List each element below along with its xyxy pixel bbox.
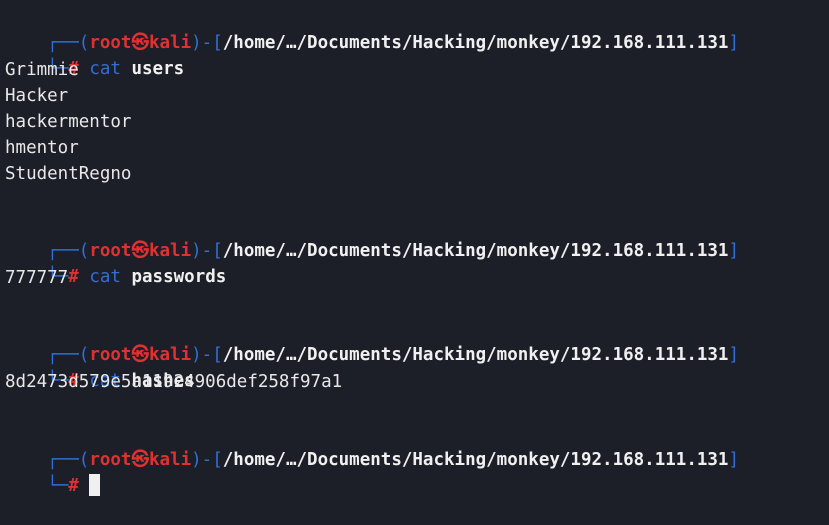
prompt-rparen: ) <box>191 450 202 470</box>
kali-skull-icon: ㉿ <box>131 450 149 470</box>
command-argument: passwords <box>131 267 227 287</box>
prompt-path: /home/…/Documents/Hacking/monkey/192.168… <box>222 450 729 470</box>
command-name: cat <box>89 267 121 287</box>
prompt-header: ┌──(root㉿kali)-[/home/…/Documents/Hackin… <box>5 4 739 53</box>
command-name: cat <box>89 59 121 79</box>
prompt-hash: # <box>68 267 79 287</box>
output-line: 8d2473d579e5a11924906def258f97a1 <box>5 372 343 392</box>
output-line: StudentRegno <box>5 164 132 184</box>
prompt-bracket-open: -[ <box>201 450 223 470</box>
prompt-bracket-close: ] <box>728 33 740 53</box>
prompt-bracket-open: -[ <box>201 345 223 365</box>
prompt-header: ┌──(root㉿kali)-[/home/…/Documents/Hackin… <box>5 316 739 365</box>
output-line: Hacker <box>5 86 69 106</box>
text-cursor[interactable] <box>89 474 101 496</box>
prompt-host: kali <box>148 450 192 470</box>
prompt-path: /home/…/Documents/Hacking/monkey/192.168… <box>222 345 729 365</box>
command-line: └─# cat passwords <box>5 238 226 287</box>
output-line: 777777 <box>5 268 69 288</box>
output-line: hmentor <box>5 138 79 158</box>
active-command-line[interactable]: └─# <box>5 447 101 496</box>
prompt-path: /home/…/Documents/Hacking/monkey/192.168… <box>222 33 729 53</box>
terminal-window[interactable]: ┌──(root㉿kali)-[/home/…/Documents/Hackin… <box>0 0 829 496</box>
prompt-bracket-close: ] <box>728 345 740 365</box>
prompt-bracket-open: -[ <box>201 33 223 53</box>
command-line: └─# cat hashes <box>5 342 195 391</box>
prompt-path: /home/…/Documents/Hacking/monkey/192.168… <box>222 241 729 261</box>
output-line: Grimmie <box>5 60 79 80</box>
prompt-header: ┌──(root㉿kali)-[/home/…/Documents/Hackin… <box>5 421 739 470</box>
prompt-hash: # <box>68 476 79 496</box>
prompt-corner-bottom: └─ <box>47 476 69 496</box>
command-argument: users <box>131 59 185 79</box>
prompt-rparen: ) <box>191 33 202 53</box>
prompt-bracket-close: ] <box>728 241 740 261</box>
command-line: └─# cat users <box>5 30 184 79</box>
prompt-header: ┌──(root㉿kali)-[/home/…/Documents/Hackin… <box>5 212 739 261</box>
output-line: hackermentor <box>5 112 132 132</box>
prompt-bracket-close: ] <box>728 450 740 470</box>
